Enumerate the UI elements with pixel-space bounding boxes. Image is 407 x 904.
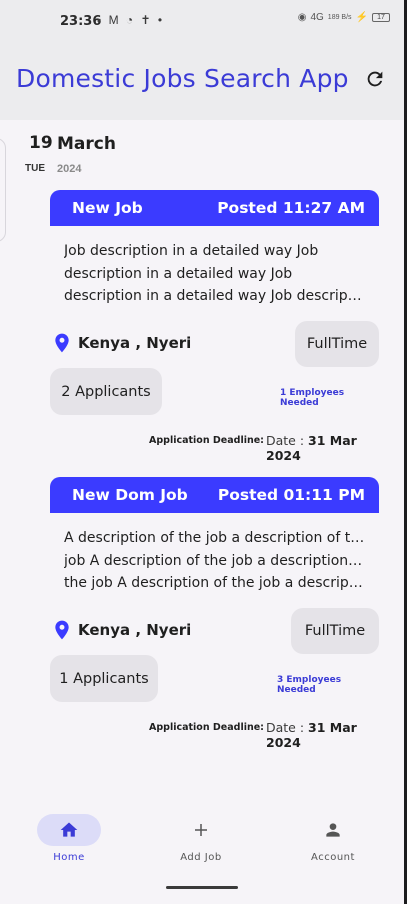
- applicants-button[interactable]: 2 Applicants: [50, 368, 162, 415]
- employees-needed: 3 Employees Needed: [277, 675, 342, 695]
- job-card-body: A description of the job a description o…: [50, 513, 379, 603]
- deadline-date: Date : 31 Mar 2024: [266, 720, 379, 750]
- deadline-date: Date : 31 Mar 2024: [266, 433, 379, 463]
- app-header: Domestic Jobs Search App: [0, 44, 404, 120]
- charging-icon: ⚡: [355, 12, 368, 23]
- nav-icon-indicator: [169, 814, 233, 846]
- job-description: A description of the job a description o…: [50, 513, 379, 603]
- job-type-chip[interactable]: FullTime: [295, 321, 379, 367]
- battery-icon: 17: [372, 13, 390, 22]
- job-description-line: A description of the job a description o…: [64, 530, 365, 546]
- notification-icons: ▪ M ◔ ✝ •: [97, 13, 165, 27]
- nav-icon-indicator: [37, 814, 101, 846]
- job-title: New Job: [72, 199, 143, 217]
- date-day: 19: [29, 133, 53, 153]
- home-icon: [60, 822, 78, 837]
- job-posted-time: Posted 11:27 AM: [217, 199, 365, 217]
- date-year: 2024: [57, 163, 82, 175]
- hotspot-icon: ◉: [297, 12, 307, 23]
- home-indicator[interactable]: [166, 886, 238, 889]
- employees-needed: 1 Employees Needed: [280, 388, 345, 408]
- plus-icon: [195, 824, 207, 836]
- job-posted-time: Posted 01:11 PM: [217, 486, 365, 504]
- deadline-prefix: Date :: [266, 433, 309, 448]
- status-bar: 23:36 ▪ M ◔ ✝ • ◉ 4G 189 B/s ⚡ 17: [0, 0, 404, 44]
- nav-item-add-job[interactable]: Add Job: [156, 814, 246, 863]
- nav-label-add-job: Add Job: [180, 852, 222, 863]
- deadline-label: Application Deadline:: [149, 435, 264, 446]
- job-card-body: Job description in a detailed way Job de…: [50, 226, 379, 316]
- job-title: New Dom Job: [72, 486, 188, 504]
- location-pin-icon: [55, 620, 69, 640]
- data-rate: 189 B/s: [327, 14, 352, 21]
- job-card-header: New Dom Job Posted 01:11 PM: [50, 477, 379, 513]
- system-icons: ◉ 4G 189 B/s ⚡ 17: [298, 12, 390, 23]
- refresh-icon[interactable]: [364, 68, 386, 90]
- job-location: Kenya , Nyeri: [54, 333, 191, 353]
- side-drawer-handle[interactable]: [0, 138, 6, 242]
- job-description-line: description in a detailed way Job: [64, 265, 293, 282]
- nav-item-account[interactable]: Account: [288, 814, 378, 863]
- location-pin-icon: [55, 333, 69, 353]
- nav-label-account: Account: [311, 852, 355, 863]
- status-time: 23:36: [60, 14, 102, 29]
- location-text: Kenya , Nyeri: [78, 334, 192, 352]
- nav-label-home: Home: [53, 852, 85, 863]
- location-text: Kenya , Nyeri: [78, 621, 192, 639]
- deadline-label: Application Deadline:: [149, 722, 264, 733]
- nav-icon-indicator: [301, 814, 365, 846]
- signal-icon: 4G: [310, 12, 324, 23]
- job-description-line: Job description in a detailed way Job: [64, 243, 319, 259]
- job-type-chip[interactable]: FullTime: [291, 608, 379, 654]
- applicants-button[interactable]: 1 Applicants: [50, 655, 158, 702]
- job-description-line: description in a detailed way Job descri…: [64, 288, 365, 304]
- job-card-header: New Job Posted 11:27 AM: [50, 190, 379, 226]
- nav-item-home[interactable]: Home: [24, 814, 114, 863]
- job-card[interactable]: New Job Posted 11:27 AM Job description …: [50, 190, 379, 463]
- job-description-line: job A description of the job a descripti…: [64, 552, 365, 569]
- date-weekday: TUE: [25, 163, 45, 174]
- job-location: Kenya , Nyeri: [54, 620, 191, 640]
- job-description-line: the job A description of the job a descr…: [64, 575, 365, 591]
- page-title: Domestic Jobs Search App: [16, 64, 349, 93]
- date-month: March: [57, 134, 116, 154]
- job-description: Job description in a detailed way Job de…: [50, 226, 379, 316]
- account-icon: [326, 823, 340, 837]
- deadline-prefix: Date :: [266, 720, 309, 735]
- job-card[interactable]: New Dom Job Posted 01:11 PM A descriptio…: [50, 477, 379, 750]
- app-screen: 23:36 ▪ M ◔ ✝ • ◉ 4G 189 B/s ⚡ 17 Domest…: [0, 0, 404, 904]
